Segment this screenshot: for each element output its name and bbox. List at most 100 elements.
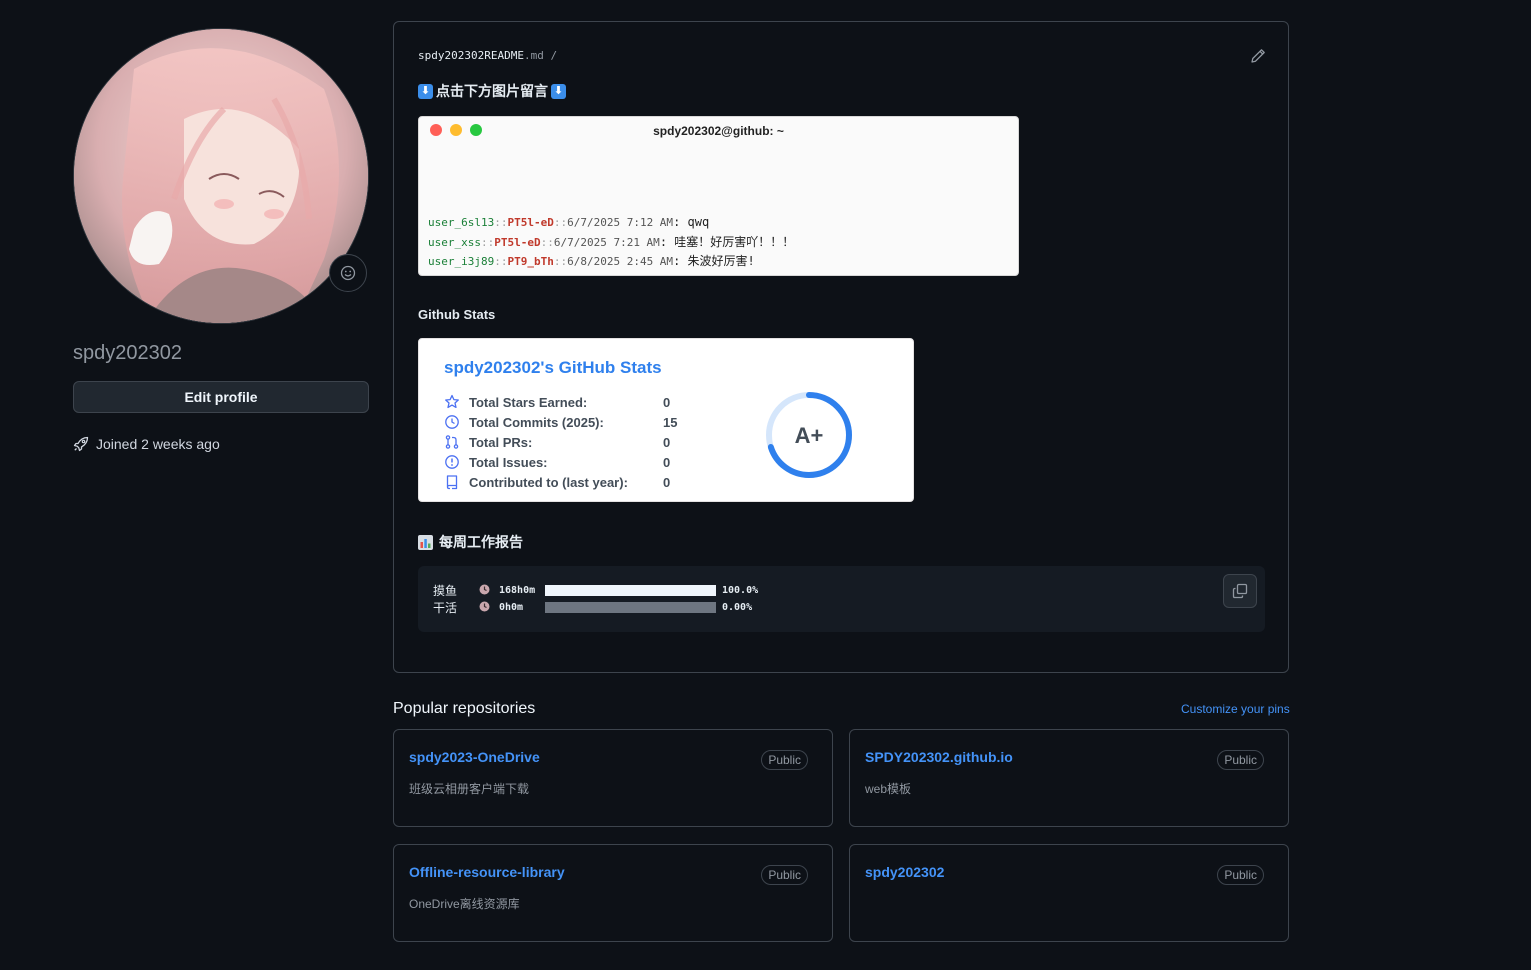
comment-message: 朱波好厉害! (687, 254, 755, 268)
terminal-lines: user_6sl13::PT5l-eD::6/7/2025 7:12 AM: q… (428, 213, 794, 272)
joined-text: Joined 2 weeks ago (96, 436, 220, 452)
profile-username: spdy202302 (73, 342, 182, 364)
clock-icon (479, 601, 499, 615)
comment-date: 6/7/2025 7:21 AM (553, 235, 660, 249)
stats-row: Total Stars Earned: 0 (444, 392, 693, 412)
comment-tag: PT5l-eD (494, 235, 541, 249)
pencil-icon (1251, 49, 1265, 63)
down-arrow-icon: ⬇ (418, 83, 433, 99)
separator: :: (540, 235, 554, 249)
stats-label: Total Commits (2025): (469, 414, 604, 430)
comment-user: user_i3j89 (428, 255, 495, 268)
stats-value: 0 (663, 474, 671, 490)
separator: : (673, 254, 688, 268)
bar-chart-icon (418, 534, 433, 550)
weekly-report-title: 每周工作报告 (439, 534, 523, 550)
smiley-icon (340, 265, 356, 281)
repo-name-link[interactable]: SPDY202302.github.io (865, 749, 1013, 765)
stats-label: Total PRs: (469, 434, 533, 450)
stats-row: Total Commits (2025): 15 (444, 412, 693, 432)
set-status-button[interactable] (329, 254, 367, 292)
stats-label: Contributed to (last year): (469, 474, 628, 490)
repo-card: SPDY202302.github.io Public web模板 (849, 729, 1289, 827)
repo-description: 班级云相册客户端下载 (409, 782, 530, 796)
report-bar (545, 585, 716, 596)
customize-pins-link[interactable]: Customize your pins (1181, 702, 1290, 716)
stats-row: Contributed to (last year): 0 (444, 472, 693, 492)
repo-name-link[interactable]: spdy2023-OneDrive (409, 749, 540, 765)
stats-label: Total Stars Earned: (469, 394, 588, 410)
separator: :: (553, 216, 568, 229)
stats-label: Total Issues: (469, 454, 548, 470)
stats-row: Total PRs: 0 (444, 432, 693, 452)
report-duration: 0h0m (499, 602, 524, 613)
avatar-container (73, 28, 369, 324)
repo-name-link[interactable]: spdy202302 (865, 864, 944, 880)
weekly-report-code: 摸鱼 168h0m 100.0% 干活 0h0m 0.00% (418, 566, 1265, 632)
edit-readme-button[interactable] (1250, 48, 1266, 69)
terminal-line: user_xss::PT5l-eD::6/7/2025 7:21 AM: 哇塞！… (428, 233, 794, 253)
comment-date: 6/8/2025 2:45 AM (567, 255, 674, 268)
github-stats-card[interactable]: spdy202302's GitHub Stats Total Stars Ea… (418, 338, 914, 502)
visibility-badge: Public (761, 865, 808, 885)
repo-card: spdy202302 Public (849, 844, 1289, 942)
stats-row: Total Issues: 0 (444, 452, 693, 472)
comment-user: user_6sl13 (428, 216, 495, 229)
history-icon (444, 414, 469, 430)
down-arrow-icon: ⬇ (551, 83, 566, 99)
report-row: 干活 0h0m 0.00% (433, 599, 758, 616)
stats-heading: Github Stats (418, 307, 496, 322)
leave-message-text: 点击下方图片留言 (436, 83, 548, 99)
visibility-badge: Public (761, 750, 808, 770)
repo-card: Offline-resource-library Public OneDrive… (393, 844, 833, 942)
repo-name-link[interactable]: Offline-resource-library (409, 864, 565, 880)
comment-tag: PT5l-eD (507, 216, 554, 229)
popular-repos-heading: Popular repositories (393, 700, 536, 717)
report-bar-fill (545, 585, 716, 596)
readme-path-sep: / (550, 49, 558, 62)
rank-circle: A+ (766, 392, 852, 478)
clock-icon (479, 584, 499, 598)
repo-icon (444, 474, 469, 490)
copy-button[interactable] (1223, 574, 1257, 608)
repo-description: OneDrive离线资源库 (409, 897, 520, 911)
terminal-line: user_6sl13::PT5l-eD::6/7/2025 7:12 AM: q… (428, 213, 794, 233)
terminal-title: spdy202302@github: ~ (653, 124, 784, 138)
separator: : (673, 215, 688, 229)
joined-info: Joined 2 weeks ago (73, 436, 220, 452)
code-lines: 摸鱼 168h0m 100.0% 干活 0h0m 0.00% (433, 582, 758, 616)
comment-user: user_xss (428, 235, 481, 249)
rank-label: A+ (795, 423, 824, 448)
rocket-icon (73, 436, 89, 452)
comment-tag: PT9_bTh (507, 255, 554, 268)
avatar[interactable] (73, 28, 369, 324)
report-percent: 100.0% (722, 585, 759, 596)
comment-date: 6/7/2025 7:12 AM (567, 216, 674, 229)
comment-message: 哇塞！好厉害吖！！！ (674, 234, 795, 249)
separator: : (659, 234, 675, 249)
profile-readme: spdy202302README.md / ⬇ 点击下方图片留言 ⬇ spdy2… (393, 21, 1289, 673)
report-percent: 0.00% (722, 602, 753, 613)
terminal-line: user_i3j89::PT9_bTh::6/8/2025 2:45 AM: 朱… (428, 252, 794, 272)
visibility-badge: Public (1217, 865, 1264, 885)
separator: :: (494, 255, 508, 268)
avatar-image (74, 29, 368, 323)
readme-path-ext: .md (523, 49, 544, 62)
stats-value: 0 (663, 434, 671, 450)
stats-title: spdy202302's GitHub Stats (444, 358, 662, 377)
guestbook-terminal-image[interactable]: spdy202302@github: ~ user_6sl13::PT5l-eD… (418, 116, 1019, 276)
star-icon (444, 394, 469, 410)
separator: :: (553, 255, 568, 268)
edit-profile-button[interactable]: Edit profile (73, 381, 369, 413)
leave-message-heading: ⬇ 点击下方图片留言 ⬇ (418, 81, 566, 101)
report-row: 摸鱼 168h0m 100.0% (433, 582, 758, 599)
stats-value: 15 (663, 414, 678, 430)
weekly-report-heading: 每周工作报告 (418, 532, 523, 552)
separator: :: (494, 216, 508, 229)
copy-icon (1232, 583, 1248, 599)
report-duration: 168h0m (499, 585, 536, 596)
stats-value: 0 (663, 394, 671, 410)
readme-path-name[interactable]: spdy202302README (418, 49, 524, 62)
report-label: 干活 (433, 601, 458, 615)
readme-path: spdy202302README.md / (418, 49, 557, 62)
